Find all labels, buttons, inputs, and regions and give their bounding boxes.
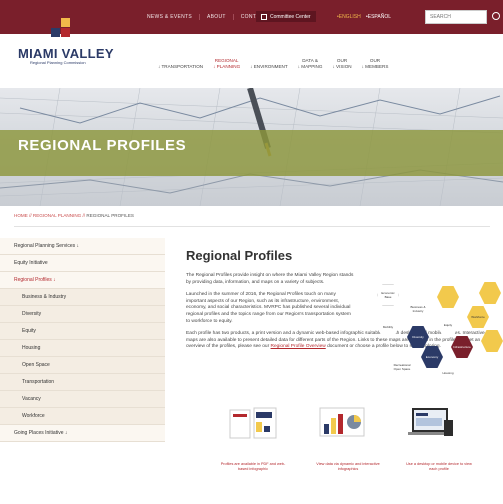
caption-dynamic[interactable]: View data via dynamic and interactive in…: [313, 462, 383, 472]
hex-economic-base[interactable]: Economic Base: [377, 284, 399, 306]
caption-device[interactable]: Use a desktop or mobile device to view e…: [404, 462, 474, 472]
sidebar-subitem-vacancy[interactable]: Vacancy: [0, 391, 165, 408]
top-utility-bar: NEWS & EVENTS ABOUT CONTACT Committee Ce…: [0, 0, 503, 34]
hex-housing[interactable]: Housing: [437, 362, 459, 384]
profile-preview-thumbnails: [228, 404, 468, 456]
committee-center-button[interactable]: Committee Center: [256, 11, 316, 22]
hex-business-industry[interactable]: Business & Industry: [407, 298, 429, 320]
search-input[interactable]: [425, 10, 487, 24]
nav-data-mapping[interactable]: DATA & ↓ MAPPING: [298, 58, 323, 69]
search-icon[interactable]: [492, 12, 500, 20]
nav-our-vision[interactable]: OUR ↓ VISION: [332, 58, 351, 69]
device-thumbnail[interactable]: [404, 404, 456, 450]
pdf-infographic-thumbnail[interactable]: [228, 404, 280, 450]
hex-workforce[interactable]: Workforce: [467, 306, 489, 328]
sidebar-item-regional-profiles[interactable]: Regional Profiles ↓: [0, 272, 165, 289]
sidebar-subitem-transportation[interactable]: Transportation: [0, 374, 165, 391]
sidebar-subitem-equity[interactable]: Equity: [0, 323, 165, 340]
sidebar-subitem-diversity[interactable]: Diversity: [0, 306, 165, 323]
hex-gold-2[interactable]: [479, 282, 501, 304]
utility-links: NEWS & EVENTS ABOUT CONTACT: [140, 0, 274, 34]
brand-title[interactable]: MIAMI VALLEY: [18, 46, 114, 61]
nav-environment[interactable]: ↓ ENVIRONMENT: [250, 58, 288, 69]
intro-paragraph: The Regional Profiles provide insight on…: [186, 273, 354, 285]
committee-center-label: Committee Center: [270, 13, 311, 20]
logo-block-3: [51, 28, 60, 37]
nav-regional-planning[interactable]: REGIONAL ↓ PLANNING: [213, 58, 240, 69]
espanol-language-link[interactable]: •ESPAÑOL: [363, 11, 394, 22]
page-heading: Regional Profiles: [186, 248, 293, 263]
hex-infrastructure[interactable]: Infrastructure: [451, 336, 473, 358]
launch-paragraph: Launched in the summer of 2016, the Regi…: [186, 292, 351, 324]
nav-transportation[interactable]: ↓ TRANSPORTATION: [158, 58, 203, 69]
hex-recreational-open-space[interactable]: Recreational Open Space: [391, 356, 413, 378]
english-language-link[interactable]: •ENGLISH: [334, 11, 364, 22]
profile-topics-hex-graphic: Economic Base Business & Industry Mobili…: [375, 276, 503, 386]
regional-profile-overview-link[interactable]: Regional Profile Overview: [271, 344, 326, 349]
sidebar-item-regional-planning-services[interactable]: Regional Planning Services ↓: [0, 238, 165, 255]
mvrpc-logo[interactable]: [51, 18, 71, 38]
divider: [14, 226, 490, 227]
hex-gold-3[interactable]: [481, 330, 503, 352]
sidebar-nav: Regional Planning Services ↓ Equity Init…: [0, 238, 165, 442]
committee-icon: [261, 13, 267, 20]
main-navigation: ↓ TRANSPORTATION REGIONAL ↓ PLANNING ↓ EN…: [158, 58, 398, 69]
breadcrumb-regional-planning[interactable]: REGIONAL PLANNING: [33, 213, 81, 218]
logo-block-4: [61, 28, 70, 37]
news-events-link[interactable]: NEWS & EVENTS: [140, 14, 201, 20]
hex-gold-1[interactable]: [437, 286, 459, 308]
sidebar-subitem-housing[interactable]: Housing: [0, 340, 165, 357]
dynamic-infographic-thumbnail[interactable]: [316, 404, 368, 450]
logo-block-1: [51, 18, 60, 27]
sidebar-item-equity-initiative[interactable]: Equity Initiative: [0, 255, 165, 272]
hex-mobility[interactable]: Mobility: [377, 316, 399, 338]
hex-equity[interactable]: Equity: [437, 314, 459, 336]
hero-banner: REGIONAL PROFILES: [0, 88, 503, 206]
hex-white[interactable]: [467, 356, 489, 378]
sidebar-subitem-business-industry[interactable]: Business & Industry: [0, 289, 165, 306]
breadcrumb: HOME // REGIONAL PLANNING // REGIONAL PR…: [14, 213, 134, 218]
breadcrumb-home[interactable]: HOME: [14, 213, 28, 218]
sidebar-item-going-places[interactable]: Going Places Initiative ↓: [0, 425, 165, 442]
nav-our-members[interactable]: OUR ↓ MEMBERS: [362, 58, 389, 69]
hex-economy[interactable]: Economy: [421, 346, 443, 368]
caption-pdf[interactable]: Profiles are available in PDF and web-ba…: [218, 462, 288, 472]
page-banner-title: REGIONAL PROFILES: [18, 137, 187, 154]
logo-block-2: [61, 18, 70, 27]
brand-subtitle: Regional Planning Commission: [30, 60, 86, 65]
breadcrumb-current: REGIONAL PROFILES: [86, 213, 134, 218]
sidebar-subitem-workforce[interactable]: Workforce: [0, 408, 165, 425]
hex-diversity[interactable]: Diversity: [407, 326, 429, 348]
about-link[interactable]: ABOUT: [200, 14, 234, 20]
sidebar-subitem-open-space[interactable]: Open Space: [0, 357, 165, 374]
